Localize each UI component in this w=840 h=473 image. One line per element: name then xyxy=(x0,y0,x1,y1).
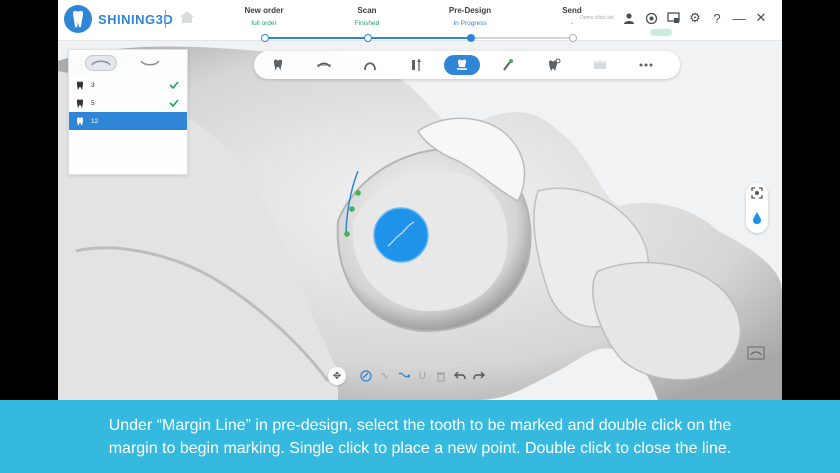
move-icon[interactable]: ✥ xyxy=(328,367,346,385)
check-icon xyxy=(169,99,179,108)
redo-icon[interactable] xyxy=(472,369,486,383)
caption-line-1: Under “Margin Line” in pre-design, selec… xyxy=(108,416,732,434)
color-drop-icon[interactable] xyxy=(751,211,763,230)
account-label: Demo.clinic.lab xyxy=(580,15,614,21)
help-icon[interactable]: ? xyxy=(710,11,724,26)
delete-icon[interactable] xyxy=(434,369,448,383)
title-separator xyxy=(165,10,166,28)
step-dot xyxy=(467,34,475,42)
status-pill xyxy=(650,29,672,36)
window-controls: Demo.clinic.lab ⚙ ? — ✕ xyxy=(580,10,768,26)
undercut-icon[interactable]: U xyxy=(415,369,429,383)
step-status: full order xyxy=(251,20,277,27)
more-icon[interactable] xyxy=(628,55,664,75)
brand-name: SHINING3D xyxy=(98,12,174,27)
arch-icon[interactable] xyxy=(352,55,388,75)
fit-view-icon[interactable] xyxy=(751,186,763,204)
shining3d-logo xyxy=(64,5,92,33)
tooth-list-item[interactable]: 3 xyxy=(69,76,187,94)
step-status: In Progress xyxy=(453,20,487,27)
screen-record-icon[interactable] xyxy=(666,11,680,25)
tooth-icon[interactable] xyxy=(260,55,296,75)
lower-jaw-tab[interactable] xyxy=(135,56,165,70)
tooth-axis-icon[interactable] xyxy=(398,55,434,75)
target-settings-icon[interactable] xyxy=(644,11,658,25)
margin-line-icon[interactable] xyxy=(444,55,480,75)
home-icon[interactable] xyxy=(178,8,196,26)
tooth-number: 12 xyxy=(91,117,99,125)
step-dot xyxy=(364,34,372,42)
video-frame: SHINING3D New order full order Scan Fini… xyxy=(0,0,840,400)
letterbox-left xyxy=(0,0,58,400)
arch-tabs xyxy=(69,50,187,76)
step-title: Scan xyxy=(357,6,377,15)
title-bar: SHINING3D New order full order Scan Fini… xyxy=(58,0,782,42)
workflow-progress-line xyxy=(264,37,576,39)
occlusal-plane-icon[interactable] xyxy=(306,55,342,75)
tooth-number: 3 xyxy=(91,81,95,89)
pre-design-toolbar xyxy=(254,51,680,79)
tooth-eye-icon[interactable] xyxy=(536,55,572,75)
caption-line-2: margin to begin marking. Single click to… xyxy=(108,439,732,457)
jaw-view-icon[interactable] xyxy=(745,344,767,362)
minimize-icon[interactable]: — xyxy=(732,11,746,26)
model-base-icon[interactable] xyxy=(582,55,618,75)
tooth-selection-panel: 3 5 12 xyxy=(68,49,188,175)
smooth-curve-icon[interactable]: ∿ xyxy=(378,369,392,383)
shining3d-app-window: SHINING3D New order full order Scan Fini… xyxy=(58,0,782,400)
step-pre-design[interactable]: Pre-Design In Progress xyxy=(425,6,515,42)
tooth-icon xyxy=(77,98,83,108)
margin-line-draw-icon[interactable] xyxy=(359,369,373,383)
step-title: New order xyxy=(244,6,284,15)
view-side-tools xyxy=(746,183,768,233)
close-icon[interactable]: ✕ xyxy=(754,10,768,25)
tooth-list-item-selected[interactable]: 12 xyxy=(69,112,187,130)
undo-icon[interactable] xyxy=(453,369,467,383)
gear-icon[interactable]: ⚙ xyxy=(688,10,702,25)
upper-jaw-tab[interactable] xyxy=(85,55,117,71)
user-icon[interactable] xyxy=(622,11,636,25)
brush-icon[interactable] xyxy=(490,55,526,75)
step-status: Finished xyxy=(354,20,380,27)
step-dot xyxy=(261,34,269,42)
step-new-order[interactable]: New order full order xyxy=(219,6,309,42)
edit-curve-icon[interactable] xyxy=(397,369,411,383)
step-dot xyxy=(569,34,577,42)
tutorial-caption: Under “Margin Line” in pre-design, selec… xyxy=(0,400,840,473)
letterbox-right xyxy=(782,0,840,400)
step-scan[interactable]: Scan Finished xyxy=(322,6,412,42)
tooth-list-item[interactable]: 5 xyxy=(69,94,187,112)
tooth-icon xyxy=(77,80,83,90)
tooth-number: 5 xyxy=(91,99,95,107)
margin-line-tools: ✥ ∿ U xyxy=(328,366,486,386)
tooth-icon xyxy=(77,116,83,126)
check-icon xyxy=(169,81,179,90)
step-title: Pre-Design xyxy=(448,6,492,15)
